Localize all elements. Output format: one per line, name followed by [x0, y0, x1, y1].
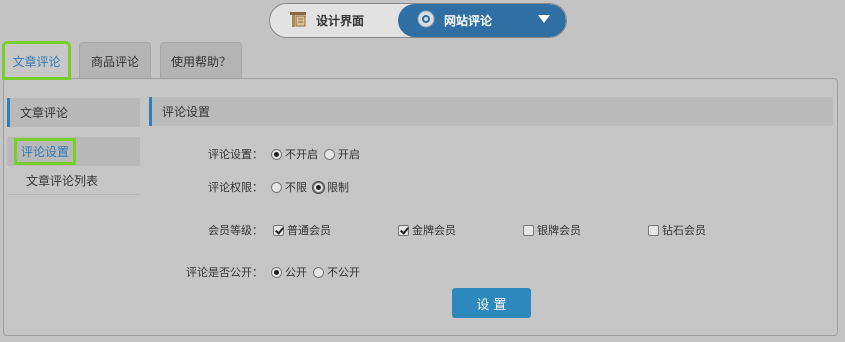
design-view-button[interactable]: 设计界面	[270, 4, 398, 37]
tab-label: 商品评论	[90, 54, 139, 69]
web-comment-button[interactable]: 网站评论	[398, 4, 566, 37]
permission-option-restricted[interactable]: 限制	[312, 179, 349, 195]
member-level-label: 会员等级：	[208, 224, 263, 237]
option-label: 不公开	[327, 266, 360, 279]
web-comment-label: 网站评论	[444, 14, 493, 28]
member-level-regular[interactable]: 普通会员	[273, 222, 392, 238]
content-title: 评论设置	[162, 105, 211, 119]
checkbox-icon[interactable]	[273, 224, 284, 236]
option-label: 开启	[338, 148, 360, 161]
tab-article-comments[interactable]: 文章评论	[2, 41, 71, 80]
tab-label: 使用帮助？	[170, 54, 231, 69]
radio-icon[interactable]	[271, 181, 282, 193]
main-panel: 文章评论 评论设置 文章评论列表 评论设置 评论设置： 不开启 开启 评论权限：…	[3, 78, 838, 336]
permission-option-unlimited[interactable]: 不限	[271, 179, 307, 195]
option-label: 不开启	[285, 148, 318, 161]
sidebar-item-comment-list[interactable]: 文章评论列表	[7, 166, 140, 195]
content-header: 评论设置	[149, 97, 833, 126]
comment-permission-label: 评论权限：	[208, 181, 263, 194]
radio-icon[interactable]	[271, 148, 282, 160]
sidebar-item-label: 评论设置	[13, 138, 77, 165]
tab-product-comments[interactable]: 商品评论	[79, 42, 151, 79]
checkbox-icon[interactable]	[398, 224, 409, 236]
option-label: 银牌会员	[537, 224, 581, 237]
gear-icon	[416, 9, 436, 32]
option-label: 金牌会员	[412, 224, 456, 237]
tab-label: 文章评论	[12, 54, 61, 69]
member-level-diamond[interactable]: 钻石会员	[648, 222, 706, 238]
checkbox-icon[interactable]	[523, 224, 534, 236]
design-icon	[288, 9, 308, 32]
option-label: 钻石会员	[662, 224, 706, 237]
comment-permission-row: 评论权限： 不限 限制	[201, 179, 355, 195]
comment-public-row: 评论是否公开： 公开 不公开	[183, 264, 366, 280]
view-switcher: 设计界面 网站评论	[269, 3, 567, 38]
tab-help[interactable]: 使用帮助？	[160, 42, 242, 79]
sidebar-header-label: 文章评论	[20, 106, 69, 120]
save-settings-button[interactable]: 设 置	[452, 288, 531, 318]
comment-setting-label: 评论设置：	[208, 148, 263, 161]
member-level-gold[interactable]: 金牌会员	[398, 222, 517, 238]
comment-setting-option-off[interactable]: 不开启	[271, 146, 318, 162]
radio-icon[interactable]	[313, 266, 324, 278]
radio-icon[interactable]	[312, 180, 325, 194]
comment-public-label: 评论是否公开：	[186, 266, 263, 279]
checkbox-icon[interactable]	[648, 224, 659, 236]
sidebar-header: 文章评论	[7, 98, 140, 127]
option-label: 公开	[285, 266, 307, 279]
comment-setting-row: 评论设置： 不开启 开启	[201, 146, 366, 162]
sidebar-item-comment-settings[interactable]: 评论设置	[7, 137, 140, 166]
chevron-down-icon[interactable]	[538, 15, 550, 23]
option-label: 普通会员	[287, 224, 331, 237]
option-label: 限制	[327, 181, 349, 194]
option-label: 不限	[285, 181, 307, 194]
design-view-label: 设计界面	[316, 14, 365, 28]
tab-bar: 文章评论 商品评论 使用帮助？	[0, 41, 845, 80]
public-option-no[interactable]: 不公开	[313, 264, 360, 280]
comment-setting-option-on[interactable]: 开启	[324, 146, 360, 162]
sidebar-item-label: 文章评论列表	[26, 173, 99, 188]
member-level-row: 会员等级： 普通会员 金牌会员 银牌会员 钻石会员	[201, 222, 712, 238]
radio-icon[interactable]	[324, 148, 335, 160]
radio-icon[interactable]	[271, 266, 282, 278]
member-level-silver[interactable]: 银牌会员	[523, 222, 642, 238]
public-option-yes[interactable]: 公开	[271, 264, 307, 280]
